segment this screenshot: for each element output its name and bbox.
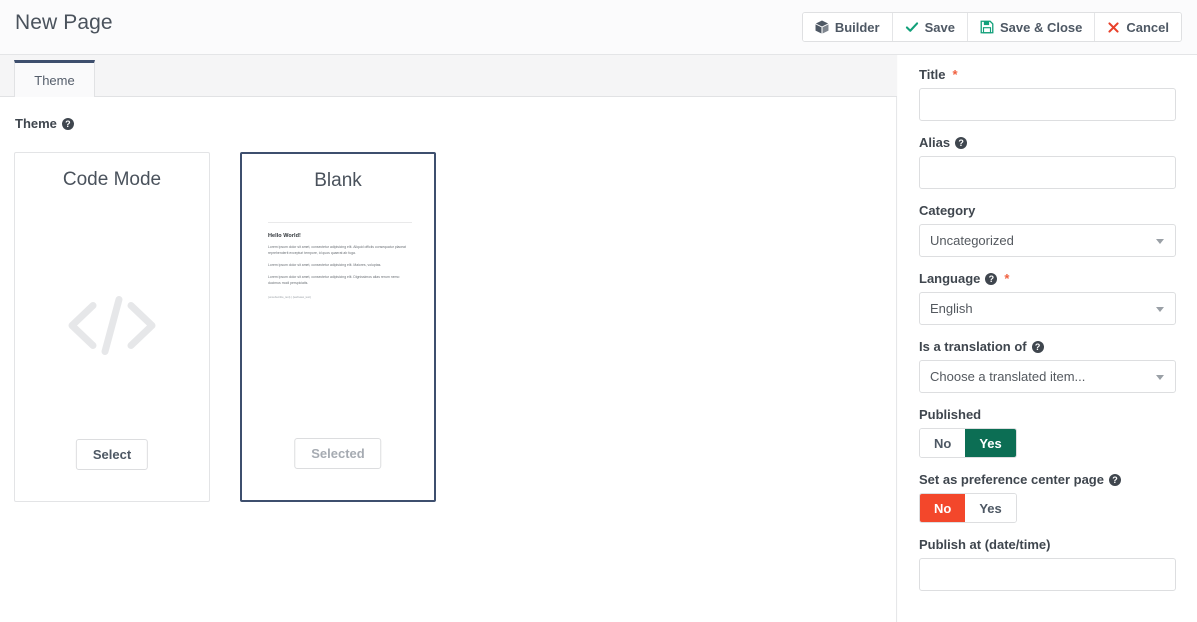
category-select-value: Uncategorized [930, 233, 1014, 248]
page-properties-sidebar: Title * Alias ? Category Uncategorized [898, 55, 1197, 622]
floppy-disk-icon [980, 20, 994, 34]
theme-card-code-mode-title: Code Mode [15, 169, 209, 191]
cancel-button-label: Cancel [1126, 20, 1169, 35]
field-language-label: Language ? * [919, 271, 1176, 286]
field-translation-of-label-text: Is a translation of [919, 339, 1027, 354]
field-category-label-text: Category [919, 203, 975, 218]
preview-paragraph: Lorem ipsum dolor sit amet, consectetur … [268, 263, 412, 269]
help-icon[interactable]: ? [62, 118, 74, 130]
field-publish-at-label-text: Publish at (date/time) [919, 537, 1050, 552]
field-preference-center-label-text: Set as preference center page [919, 472, 1104, 487]
field-alias-label: Alias ? [919, 135, 1176, 150]
save-and-close-button[interactable]: Save & Close [968, 13, 1095, 41]
preference-center-toggle-no[interactable]: No [920, 494, 965, 522]
preview-paragraph: Lorem ipsum dolor sit amet, consectetur … [268, 245, 412, 257]
cube-icon [815, 20, 829, 34]
theme-card-code-mode[interactable]: Code Mode Select [14, 152, 210, 502]
times-icon [1107, 21, 1120, 34]
builder-button-label: Builder [835, 20, 880, 35]
help-icon[interactable]: ? [985, 273, 997, 285]
publish-at-input[interactable] [919, 558, 1176, 591]
field-publish-at: Publish at (date/time) [919, 537, 1176, 591]
save-button[interactable]: Save [893, 13, 968, 41]
chevron-down-icon [1156, 307, 1164, 312]
preview-footer: {unsubscribe_text} | {webview_text} [268, 296, 412, 299]
language-select-value: English [930, 301, 973, 316]
check-icon [905, 20, 919, 34]
tab-theme[interactable]: Theme [14, 60, 95, 98]
field-alias-label-text: Alias [919, 135, 950, 150]
theme-panel: Theme ? Code Mode Select Blank [0, 97, 897, 622]
field-publish-at-label: Publish at (date/time) [919, 537, 1176, 552]
help-icon[interactable]: ? [1032, 341, 1044, 353]
preview-divider [268, 222, 412, 223]
field-title: Title * [919, 67, 1176, 121]
theme-card-blank-preview: Hello World! Lorem ipsum dolor sit amet,… [268, 222, 412, 299]
save-button-label: Save [925, 20, 955, 35]
cancel-button[interactable]: Cancel [1095, 13, 1181, 41]
field-title-label: Title * [919, 67, 1176, 82]
translation-of-select[interactable]: Choose a translated item... [919, 360, 1176, 393]
preview-heading: Hello World! [268, 233, 412, 239]
alias-input[interactable] [919, 156, 1176, 189]
builder-button[interactable]: Builder [803, 13, 893, 41]
field-language-label-text: Language [919, 271, 980, 286]
save-and-close-button-label: Save & Close [1000, 20, 1082, 35]
required-asterisk: * [1004, 271, 1009, 286]
theme-card-blank-selected-button[interactable]: Selected [294, 438, 381, 469]
field-preference-center-label: Set as preference center page ? [919, 472, 1176, 487]
field-preference-center: Set as preference center page ? No Yes [919, 472, 1176, 523]
help-icon[interactable]: ? [955, 137, 967, 149]
theme-section-label: Theme ? [15, 116, 74, 131]
language-select[interactable]: English [919, 292, 1176, 325]
preference-center-toggle-yes[interactable]: Yes [965, 494, 1015, 522]
category-select[interactable]: Uncategorized [919, 224, 1176, 257]
published-toggle-group: No Yes [919, 428, 1017, 458]
theme-section-label-text: Theme [15, 116, 57, 131]
chevron-down-icon [1156, 375, 1164, 380]
help-icon[interactable]: ? [1109, 474, 1121, 486]
published-toggle-no[interactable]: No [920, 429, 965, 457]
field-published-label: Published [919, 407, 1176, 422]
title-input[interactable] [919, 88, 1176, 121]
field-translation-of: Is a translation of ? Choose a translate… [919, 339, 1176, 393]
field-title-label-text: Title [919, 67, 946, 82]
toolbar: Builder Save Save & Cl [802, 12, 1182, 42]
chevron-down-icon [1156, 239, 1164, 244]
tab-strip: Theme [0, 55, 897, 97]
published-toggle-yes[interactable]: Yes [965, 429, 1015, 457]
page-editor-app: New Page Builder Save [0, 0, 1197, 622]
field-category: Category Uncategorized [919, 203, 1176, 257]
field-translation-of-label: Is a translation of ? [919, 339, 1176, 354]
app-header: New Page Builder Save [0, 0, 1197, 55]
translation-of-select-value: Choose a translated item... [930, 369, 1085, 384]
preference-center-toggle-group: No Yes [919, 493, 1017, 523]
code-brackets-icon [66, 293, 158, 362]
theme-card-blank-title: Blank [242, 170, 434, 192]
field-published-label-text: Published [919, 407, 981, 422]
field-language: Language ? * English [919, 271, 1176, 325]
field-published: Published No Yes [919, 407, 1176, 458]
theme-card-list: Code Mode Select Blank Hello World! Lore… [14, 152, 436, 502]
theme-card-blank[interactable]: Blank Hello World! Lorem ipsum dolor sit… [240, 152, 436, 502]
page-title: New Page [15, 11, 113, 35]
tab-theme-label: Theme [34, 73, 74, 88]
required-asterisk: * [953, 67, 958, 82]
theme-card-code-mode-select-button[interactable]: Select [76, 439, 148, 470]
preview-paragraph: Lorem ipsum dolor sit amet, consectetur … [268, 275, 412, 287]
field-category-label: Category [919, 203, 1176, 218]
field-alias: Alias ? [919, 135, 1176, 189]
